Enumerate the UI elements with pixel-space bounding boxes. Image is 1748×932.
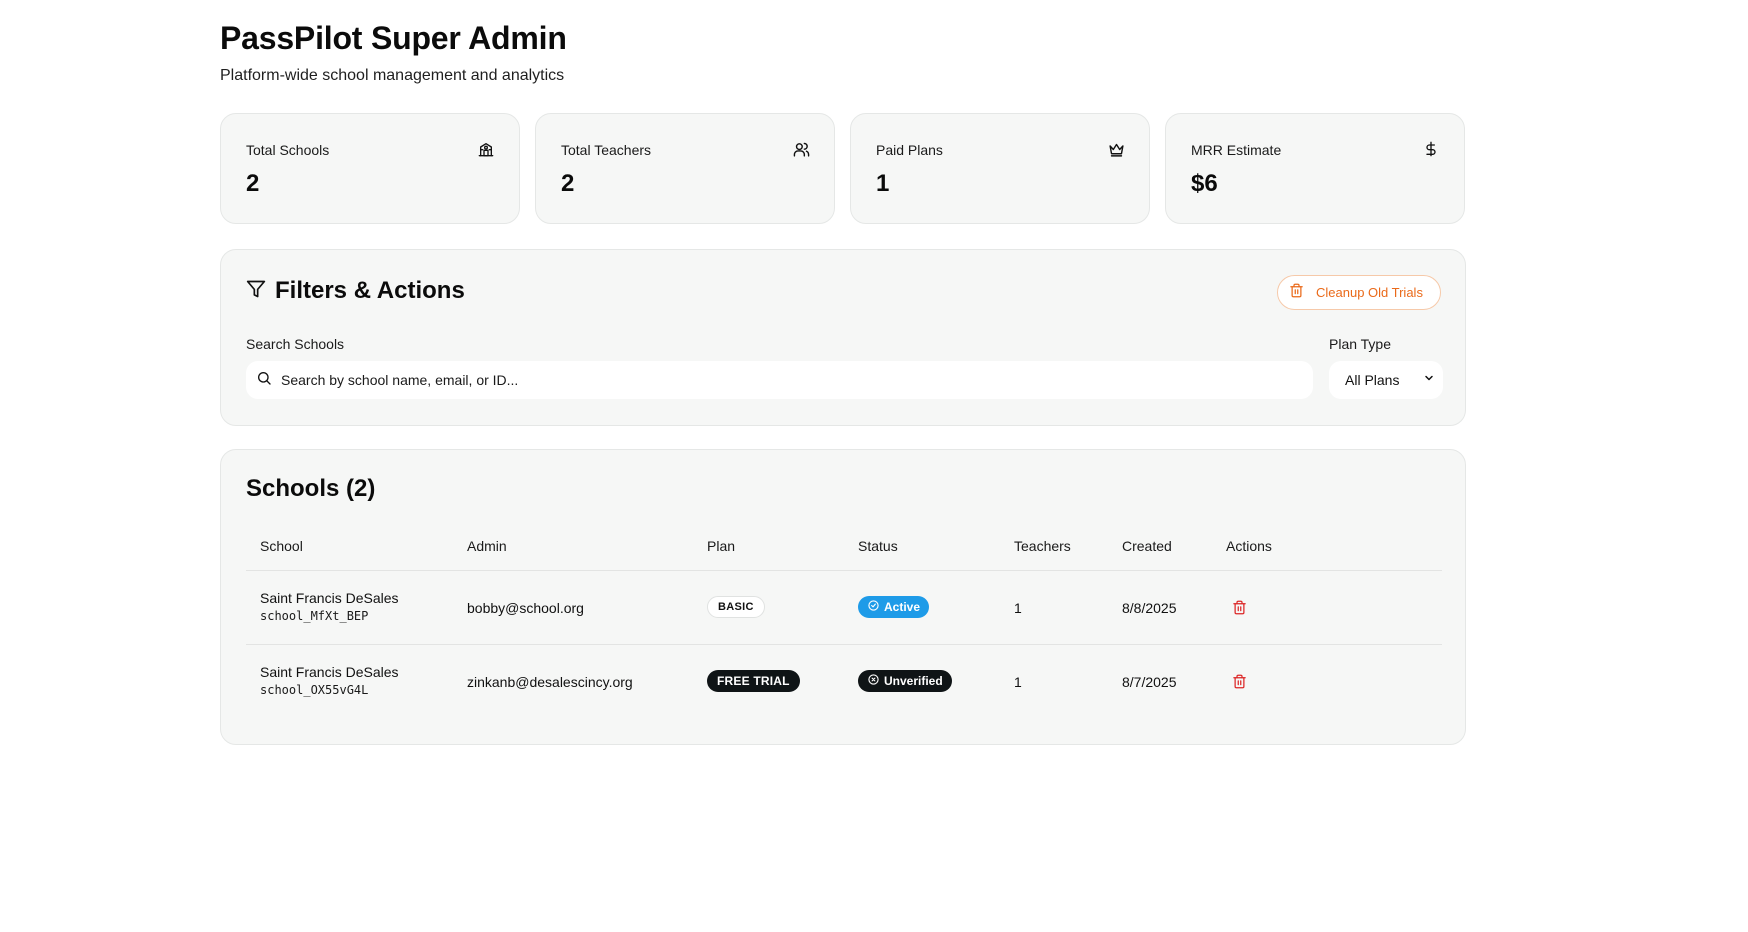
delete-school-button[interactable] xyxy=(1229,597,1249,617)
status-badge: Active xyxy=(858,596,930,618)
stat-value: 1 xyxy=(876,170,890,197)
table-row: Saint Francis DeSales school_OX55vG4L zi… xyxy=(246,645,1442,719)
stat-value: 2 xyxy=(561,170,575,197)
stat-label: Total Schools xyxy=(246,142,330,158)
delete-school-button[interactable] xyxy=(1229,671,1249,691)
school-id: school_MfXt_BEP xyxy=(260,609,369,623)
search-label: Search Schools xyxy=(246,336,345,352)
table-header: School Admin Plan Status Teachers Create… xyxy=(246,522,1442,571)
schools-title: Schools (2) xyxy=(246,475,376,502)
page-subtitle: Platform-wide school management and anal… xyxy=(220,67,565,84)
crown-icon xyxy=(1107,140,1125,158)
school-id: school_OX55vG4L xyxy=(260,683,369,697)
check-circle-icon xyxy=(868,600,879,614)
plan-badge: BASIC xyxy=(707,596,765,618)
schools-panel: Schools (2) School Admin Plan Status Tea… xyxy=(220,449,1466,745)
admin-email: bobby@school.org xyxy=(467,600,584,616)
column-header-admin: Admin xyxy=(467,538,507,554)
teacher-count: 1 xyxy=(1014,674,1022,690)
stat-card-total-teachers: Total Teachers 2 xyxy=(535,113,835,224)
stats-row: Total Schools 2 Total Teachers 2 Paid Pl… xyxy=(220,113,1466,224)
column-header-school: School xyxy=(260,538,303,554)
school-icon xyxy=(477,140,495,158)
filters-header: Filters & Actions xyxy=(246,277,465,305)
plan-type-select[interactable]: All Plans xyxy=(1329,361,1443,399)
page-title: PassPilot Super Admin xyxy=(220,20,567,56)
plan-type-value: All Plans xyxy=(1345,372,1400,388)
trash-icon xyxy=(1289,283,1304,303)
stat-label: MRR Estimate xyxy=(1191,142,1282,158)
school-name: Saint Francis DeSales xyxy=(260,590,399,606)
trash-icon xyxy=(1232,600,1246,614)
search-field[interactable] xyxy=(246,361,1313,399)
stat-label: Total Teachers xyxy=(561,142,652,158)
status-label: Active xyxy=(884,600,921,614)
status-badge: Unverified xyxy=(858,670,952,692)
stat-value: 2 xyxy=(246,170,260,197)
column-header-status: Status xyxy=(858,538,898,554)
users-icon xyxy=(792,140,810,158)
schools-table: School Admin Plan Status Teachers Create… xyxy=(246,522,1442,719)
trash-icon xyxy=(1232,674,1246,688)
column-header-created: Created xyxy=(1122,538,1172,554)
table-row: Saint Francis DeSales school_MfXt_BEP bo… xyxy=(246,571,1442,645)
chevron-down-icon xyxy=(1423,371,1435,389)
filter-icon xyxy=(246,279,266,304)
created-date: 8/8/2025 xyxy=(1122,600,1177,616)
column-header-teachers: Teachers xyxy=(1014,538,1071,554)
school-name: Saint Francis DeSales xyxy=(260,664,399,680)
cleanup-label: Cleanup Old Trials xyxy=(1316,285,1423,300)
column-header-actions: Actions xyxy=(1226,538,1272,554)
status-label: Unverified xyxy=(884,674,943,688)
cleanup-old-trials-button[interactable]: Cleanup Old Trials xyxy=(1277,275,1441,310)
teacher-count: 1 xyxy=(1014,600,1022,616)
search-icon xyxy=(256,370,272,391)
filters-panel: Filters & Actions Cleanup Old Trials Sea… xyxy=(220,249,1466,426)
dollar-icon xyxy=(1422,140,1440,158)
search-input[interactable] xyxy=(281,372,1281,388)
stat-label: Paid Plans xyxy=(876,142,943,158)
stat-card-total-schools: Total Schools 2 xyxy=(220,113,520,224)
stat-card-mrr-estimate: MRR Estimate $6 xyxy=(1165,113,1465,224)
plan-badge: FREE TRIAL xyxy=(707,670,800,692)
x-circle-icon xyxy=(868,674,879,688)
plan-type-label: Plan Type xyxy=(1329,336,1392,352)
column-header-plan: Plan xyxy=(707,538,736,554)
admin-email: zinkanb@desalescincy.org xyxy=(467,674,633,690)
stat-card-paid-plans: Paid Plans 1 xyxy=(850,113,1150,224)
filters-title: Filters & Actions xyxy=(275,277,465,304)
created-date: 8/7/2025 xyxy=(1122,674,1177,690)
stat-value: $6 xyxy=(1191,170,1218,197)
